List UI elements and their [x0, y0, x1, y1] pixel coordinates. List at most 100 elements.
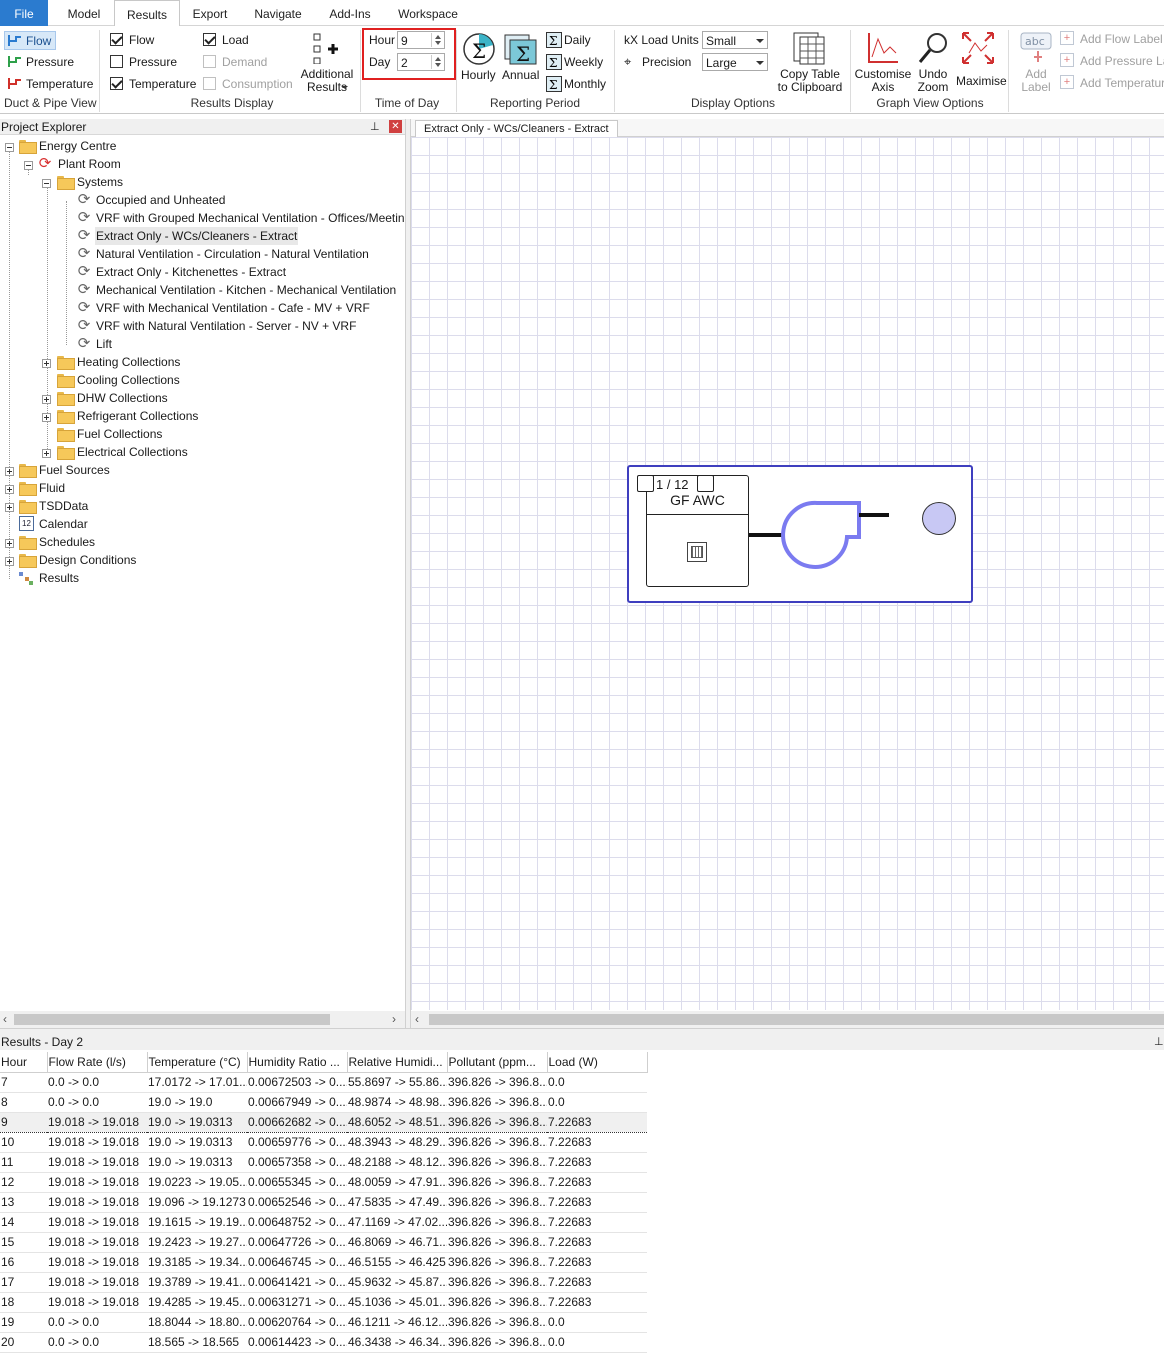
expand-toggle[interactable]	[42, 359, 51, 368]
copy-table-button[interactable]: Copy Table to Clipboard	[774, 30, 846, 96]
collapse-toggle[interactable]	[5, 143, 14, 152]
tab-file[interactable]: File	[0, 0, 48, 26]
tree-node-calendar[interactable]: Calendar	[39, 515, 88, 533]
close-icon[interactable]: ✕	[389, 120, 402, 133]
tree-node-tsddata[interactable]: TSDData	[39, 497, 88, 515]
tree-node-cooling-collections[interactable]: Cooling Collections	[77, 371, 180, 389]
left-port-box[interactable]	[637, 475, 654, 492]
table-row[interactable]: 15 19.018 -> 19.018 19.2423 -> 19.27... 0.0…	[0, 1232, 647, 1253]
scrollbar-thumb[interactable]	[429, 1014, 1164, 1025]
pin-icon[interactable]: ⊥	[1154, 1034, 1164, 1050]
tree-node-system[interactable]: Natural Ventilation - Circulation - Natu…	[96, 245, 369, 263]
tree-node-system[interactable]: VRF with Natural Ventilation - Server - …	[96, 317, 356, 335]
pin-icon[interactable]: ⊥	[370, 119, 380, 135]
scroll-right-icon[interactable]: ›	[392, 1012, 396, 1026]
tree-node-electrical-collections[interactable]: Electrical Collections	[77, 443, 188, 461]
column-header[interactable]: Hour	[0, 1052, 48, 1073]
table-row[interactable]: 17 19.018 -> 19.018 19.3789 -> 19.41... 0.0…	[0, 1272, 647, 1293]
expand-toggle[interactable]	[42, 395, 51, 404]
undo-zoom-button[interactable]: Undo Zoom	[914, 30, 952, 96]
explorer-horizontal-scrollbar[interactable]: ‹ ›	[0, 1011, 405, 1028]
collapse-toggle[interactable]	[24, 161, 33, 170]
weekly-button[interactable]: Σ Weekly	[544, 52, 610, 72]
document-tab[interactable]: Extract Only - WCs/Cleaners - Extract	[415, 120, 618, 137]
monthly-button[interactable]: Σ Monthly	[544, 74, 612, 94]
hourly-button[interactable]: Σ Hourly	[460, 30, 498, 82]
zone-component[interactable]: 1 / 12 GF AWC	[637, 475, 749, 587]
expand-toggle[interactable]	[42, 413, 51, 422]
canvas-horizontal-scrollbar[interactable]: ‹	[411, 1011, 1164, 1028]
column-header[interactable]: Flow Rate (l/s)	[47, 1052, 148, 1073]
table-row[interactable]: 14 19.018 -> 19.018 19.1615 -> 19.19... 0.0…	[0, 1212, 647, 1233]
table-row[interactable]: 16 19.018 -> 19.018 19.3185 -> 19.34... 0.0…	[0, 1252, 647, 1273]
precision-select[interactable]: Large	[702, 53, 768, 71]
expand-toggle[interactable]	[5, 557, 14, 566]
column-header[interactable]: Temperature (°C)	[147, 1052, 248, 1073]
tree-node-system[interactable]: Mechanical Ventilation - Kitchen - Mecha…	[96, 281, 396, 299]
table-row[interactable]: 10 19.018 -> 19.018 19.0 -> 19.0313 0.00659…	[0, 1132, 647, 1153]
tree-node-system-selected[interactable]: Extract Only - WCs/Cleaners - Extract	[95, 227, 299, 245]
load-units-select[interactable]: Small	[702, 31, 768, 49]
scroll-left-icon[interactable]: ‹	[3, 1012, 7, 1026]
tree-node-dhw-collections[interactable]: DHW Collections	[77, 389, 168, 407]
tab-navigate[interactable]: Navigate	[246, 0, 310, 26]
tree-node-fuel-sources[interactable]: Fuel Sources	[39, 461, 110, 479]
expand-toggle[interactable]	[5, 485, 14, 494]
column-header[interactable]: Humidity Ratio ...	[247, 1052, 348, 1073]
tree-node-system[interactable]: Lift	[96, 335, 112, 353]
table-row[interactable]: 7 0.0 -> 0.0 17.0172 -> 17.01... 0.00672503…	[0, 1072, 647, 1093]
tree-node-schedules[interactable]: Schedules	[39, 533, 95, 551]
tab-export[interactable]: Export	[184, 0, 236, 26]
column-header[interactable]: Pollutant (ppm...	[447, 1052, 548, 1073]
scrollbar-thumb[interactable]	[14, 1014, 330, 1025]
temperature-checkbox[interactable]	[110, 77, 123, 90]
table-row[interactable]: 12 19.018 -> 19.018 19.0223 -> 19.05... 0.0…	[0, 1172, 647, 1193]
table-row[interactable]: 13 19.018 -> 19.018 19.096 -> 19.1273 0.006…	[0, 1192, 647, 1213]
tree-node-system[interactable]: VRF with Mechanical Ventilation - Cafe -…	[96, 299, 370, 317]
tree-node-system[interactable]: Extract Only - Kitchenettes - Extract	[96, 263, 286, 281]
collapse-toggle[interactable]	[42, 179, 51, 188]
tree-node-system[interactable]: VRF with Grouped Mechanical Ventilation …	[96, 209, 405, 227]
tree-node-fluid[interactable]: Fluid	[39, 479, 65, 497]
duct-link[interactable]	[749, 533, 785, 537]
day-stepper[interactable]: 2	[397, 53, 445, 71]
tree-node-design-conditions[interactable]: Design Conditions	[39, 551, 136, 569]
stepper-arrows-icon[interactable]	[431, 33, 443, 47]
stepper-arrows-icon[interactable]	[431, 55, 443, 69]
table-row[interactable]: 18 19.018 -> 19.018 19.4285 -> 19.45... 0.0…	[0, 1292, 647, 1313]
tree-node-systems[interactable]: Systems	[77, 173, 123, 191]
additional-results-button[interactable]: Additional Results	[298, 30, 354, 94]
table-row[interactable]: 20 0.0 -> 0.0 18.565 -> 18.565 0.00614423 -…	[0, 1332, 647, 1353]
terminal-node[interactable]	[922, 502, 956, 535]
scroll-left-icon[interactable]: ‹	[415, 1012, 419, 1026]
temperature-view-button[interactable]: Temperature	[4, 75, 96, 94]
tree-node-refrigerant-collections[interactable]: Refrigerant Collections	[77, 407, 198, 425]
pressure-checkbox[interactable]	[110, 55, 123, 68]
schematic-canvas[interactable]: 1 / 12 GF AWC	[411, 137, 1164, 1010]
flow-view-button[interactable]: Flow	[4, 31, 56, 50]
tab-workspace[interactable]: Workspace	[390, 0, 466, 26]
tab-add-ins[interactable]: Add-Ins	[320, 0, 380, 26]
expand-toggle[interactable]	[5, 467, 14, 476]
daily-button[interactable]: Σ Daily	[544, 30, 610, 50]
table-row[interactable]: 11 19.018 -> 19.018 19.0 -> 19.0313 0.00657…	[0, 1152, 647, 1173]
tree-node-heating-collections[interactable]: Heating Collections	[77, 353, 180, 371]
right-port-box[interactable]	[697, 475, 714, 492]
tab-results[interactable]: Results	[114, 0, 180, 27]
tree-node-fuel-collections[interactable]: Fuel Collections	[77, 425, 162, 443]
tree-node-results[interactable]: Results	[39, 569, 79, 587]
tab-model[interactable]: Model	[58, 0, 110, 26]
annual-button[interactable]: Σ Annual	[500, 30, 542, 82]
precision-button[interactable]: ⌖ Precision	[624, 54, 700, 71]
hour-stepper[interactable]: 9	[397, 31, 445, 49]
expand-toggle[interactable]	[5, 503, 14, 512]
column-header[interactable]: Load (W)	[547, 1052, 648, 1073]
column-header[interactable]: Relative Humidi...	[347, 1052, 448, 1073]
load-checkbox[interactable]	[203, 33, 216, 46]
expand-toggle[interactable]	[42, 449, 51, 458]
tree-node-system[interactable]: Occupied and Unheated	[96, 191, 225, 209]
tree-node-energy-centre[interactable]: Energy Centre	[39, 137, 116, 155]
table-row[interactable]: 9 19.018 -> 19.018 19.0 -> 19.0313 0.006626…	[0, 1111, 647, 1133]
table-row[interactable]: 8 0.0 -> 0.0 19.0 -> 19.0 0.00667949 -> 0..…	[0, 1092, 647, 1113]
maximise-button[interactable]: Maximise	[954, 30, 1007, 88]
